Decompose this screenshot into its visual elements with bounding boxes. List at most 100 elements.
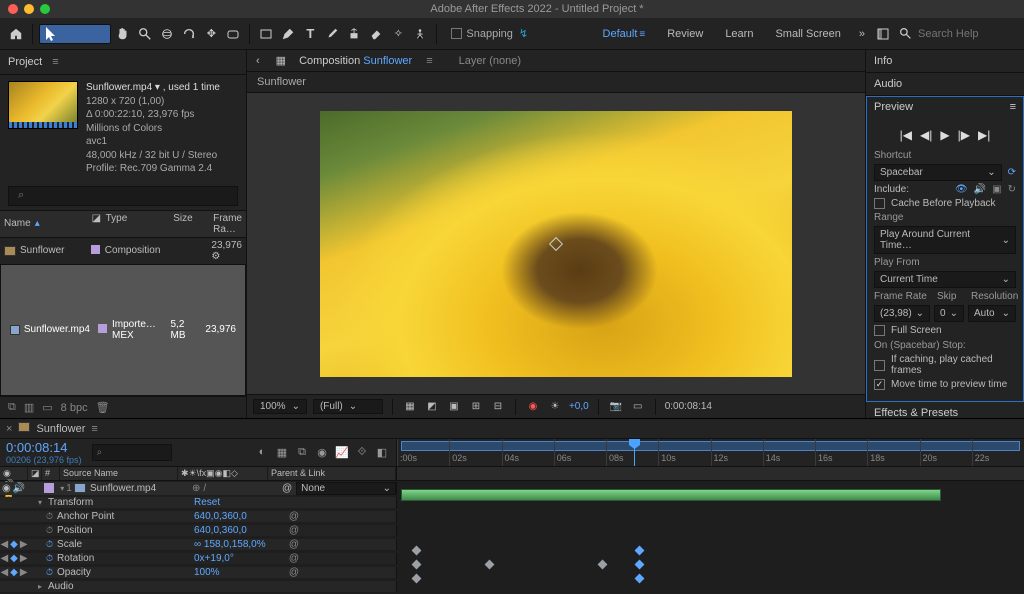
next-keyframe-icon[interactable]: ▶ (20, 539, 28, 550)
property-value[interactable]: ∞ 158,0,158,0% (194, 539, 282, 550)
fullscreen-checkbox[interactable] (874, 325, 885, 336)
layer-duration-bar[interactable] (401, 489, 941, 501)
reset-transform[interactable]: Reset (194, 497, 282, 508)
prev-keyframe-icon[interactable]: ◀ (0, 567, 8, 578)
project-panel-tab[interactable]: Project≡ (0, 50, 246, 75)
puppet-tool[interactable] (410, 24, 430, 44)
new-folder-icon[interactable]: ▥ (24, 401, 34, 414)
preview-panel-header[interactable]: Preview≡ (866, 96, 1024, 118)
expression-icon[interactable]: @ (289, 567, 299, 578)
next-keyframe-icon[interactable]: ▶ (20, 567, 28, 578)
project-columns-header[interactable]: Name ▴ ◪ Type Size Frame Ra… (0, 210, 246, 238)
time-ruler[interactable]: :00s02s04s06s08s10s12s14s16s18s20s22s (397, 439, 1024, 466)
next-keyframe-icon[interactable]: ▶ (20, 553, 28, 564)
include-video-icon[interactable]: 👁 (955, 184, 968, 195)
next-frame-button[interactable]: |▶ (958, 128, 970, 142)
parent-header[interactable]: Parent & Link (268, 467, 396, 480)
stopwatch-icon[interactable]: ⏱ (46, 567, 53, 578)
property-row-opacity[interactable]: ◀◆▶⏱Opacity100%@ (0, 565, 1024, 579)
preview-res-select[interactable]: Auto⌄ (968, 305, 1016, 322)
prev-keyframe-icon[interactable]: ◀ (0, 553, 8, 564)
workspace-learn[interactable]: Learn (715, 24, 763, 44)
delete-icon[interactable]: 🗑 (96, 401, 110, 414)
orbit-tool[interactable] (157, 24, 177, 44)
flow-icon[interactable]: ▦ (273, 54, 289, 67)
exposure-reset-icon[interactable]: ☀ (547, 401, 563, 412)
zoom-select[interactable]: 100%⌄ (253, 399, 307, 414)
source-name-header[interactable]: Source Name (60, 467, 178, 480)
mask-tool[interactable] (223, 24, 243, 44)
window-zoom-button[interactable] (40, 4, 50, 14)
brainstorm-icon[interactable]: ⟐ (354, 446, 370, 459)
add-keyframe-icon[interactable]: ◆ (10, 553, 18, 564)
loop-icon[interactable]: ⟳ (1008, 167, 1016, 178)
hand-tool[interactable] (113, 24, 133, 44)
timeline-tab[interactable]: Sunflower (36, 423, 85, 435)
roto-brush-tool[interactable]: ✧ (388, 24, 408, 44)
help-search-input[interactable] (918, 28, 1018, 40)
framerate-select[interactable]: (23,98)⌄ (874, 305, 930, 322)
workspace-menu-icon[interactable]: ≡ (639, 29, 645, 40)
window-minimize-button[interactable] (24, 4, 34, 14)
expression-icon[interactable]: @ (289, 511, 299, 522)
property-value[interactable]: 640,0,360,0 (194, 525, 282, 536)
property-value[interactable]: 640,0,360,0 (194, 511, 282, 522)
pickwhip-icon[interactable]: @ (282, 483, 292, 494)
layer-label-icon[interactable] (44, 483, 54, 493)
stopwatch-icon[interactable]: ⏱ (46, 525, 53, 536)
viewer-timecode[interactable]: 0:00:08:14 (665, 401, 712, 412)
guides-icon[interactable]: ⊟ (490, 401, 506, 412)
playfrom-select[interactable]: Current Time⌄ (874, 271, 1016, 288)
render-icon[interactable]: ◧ (374, 446, 390, 459)
reset-workspace-icon[interactable] (873, 24, 893, 44)
bpc-toggle[interactable]: 8 bpc (61, 402, 88, 414)
current-time[interactable]: 0:00:08:14 (6, 440, 82, 455)
channel-icon[interactable]: ◉ (525, 401, 541, 412)
workspace-small-screen[interactable]: Small Screen (765, 24, 850, 44)
project-item-footage[interactable]: Sunflower.mp4 Importe…MEX 5,2 MB 23,976 (0, 264, 246, 397)
frameblend-icon[interactable]: ⧉ (294, 446, 310, 459)
composition-tab[interactable]: Composition Sunflower (299, 55, 412, 67)
workspace-default[interactable]: Default≡ (593, 24, 656, 44)
pen-tool[interactable] (278, 24, 298, 44)
panel-menu-icon[interactable]: ≡ (91, 423, 97, 435)
show-snapshot-icon[interactable]: ▭ (630, 401, 646, 412)
anchor-point-marker[interactable] (549, 236, 563, 250)
parent-select[interactable]: None⌄ (296, 482, 396, 495)
project-item-composition[interactable]: Sunflower Composition 23,976 ⚙ (0, 238, 246, 264)
property-row-scale[interactable]: ◀◆▶⏱Scale∞ 158,0,158,0%@ (0, 537, 1024, 551)
type-tool[interactable]: T (300, 24, 320, 44)
first-frame-button[interactable]: |◀ (900, 128, 912, 142)
skip-select[interactable]: 0⌄ (934, 305, 964, 322)
project-search-input[interactable] (8, 186, 238, 206)
video-switch[interactable]: ◉ (2, 483, 11, 494)
av-column-header[interactable]: ◉ 🔊 ● 🔒 (0, 467, 28, 480)
audio-group[interactable]: ▸Audio (0, 579, 1024, 593)
current-frame[interactable]: 00206 (23,976 fps) (6, 455, 82, 465)
grid-icon[interactable]: ⊞ (468, 401, 484, 412)
shy-icon[interactable]: ◐ (254, 446, 270, 459)
eraser-tool[interactable] (366, 24, 386, 44)
cache-checkbox[interactable] (874, 198, 885, 209)
composition-viewer[interactable] (247, 93, 865, 394)
expression-icon[interactable]: @ (289, 525, 299, 536)
snapping-toggle[interactable]: Snapping ↯ (451, 27, 528, 40)
resolution-select[interactable]: (Full)⌄ (313, 399, 383, 414)
rotate-tool[interactable] (179, 24, 199, 44)
prev-frame-button[interactable]: ◀| (920, 128, 932, 142)
motionblur-icon[interactable]: ◉ (314, 446, 330, 459)
panel-menu-icon[interactable]: ≡ (426, 55, 432, 67)
movetime-checkbox[interactable] (874, 379, 885, 390)
exposure-value[interactable]: +0,0 (569, 401, 589, 412)
include-loop-icon[interactable]: ↻ (1008, 184, 1016, 195)
info-panel-header[interactable]: Info (866, 50, 1024, 72)
range-select[interactable]: Play Around Current Time…⌄ (874, 226, 1016, 254)
expression-icon[interactable]: @ (289, 553, 299, 564)
label-column-header[interactable]: ◪ (28, 467, 42, 480)
snapshot-icon[interactable]: 📷 (608, 401, 624, 412)
stopwatch-icon[interactable]: ⏱ (46, 511, 53, 522)
playhead[interactable] (634, 439, 635, 466)
label-column-icon[interactable]: ◪ (88, 211, 102, 237)
stopwatch-icon[interactable]: ⏱ (46, 553, 53, 564)
draft3d-icon[interactable]: ▦ (274, 446, 290, 459)
